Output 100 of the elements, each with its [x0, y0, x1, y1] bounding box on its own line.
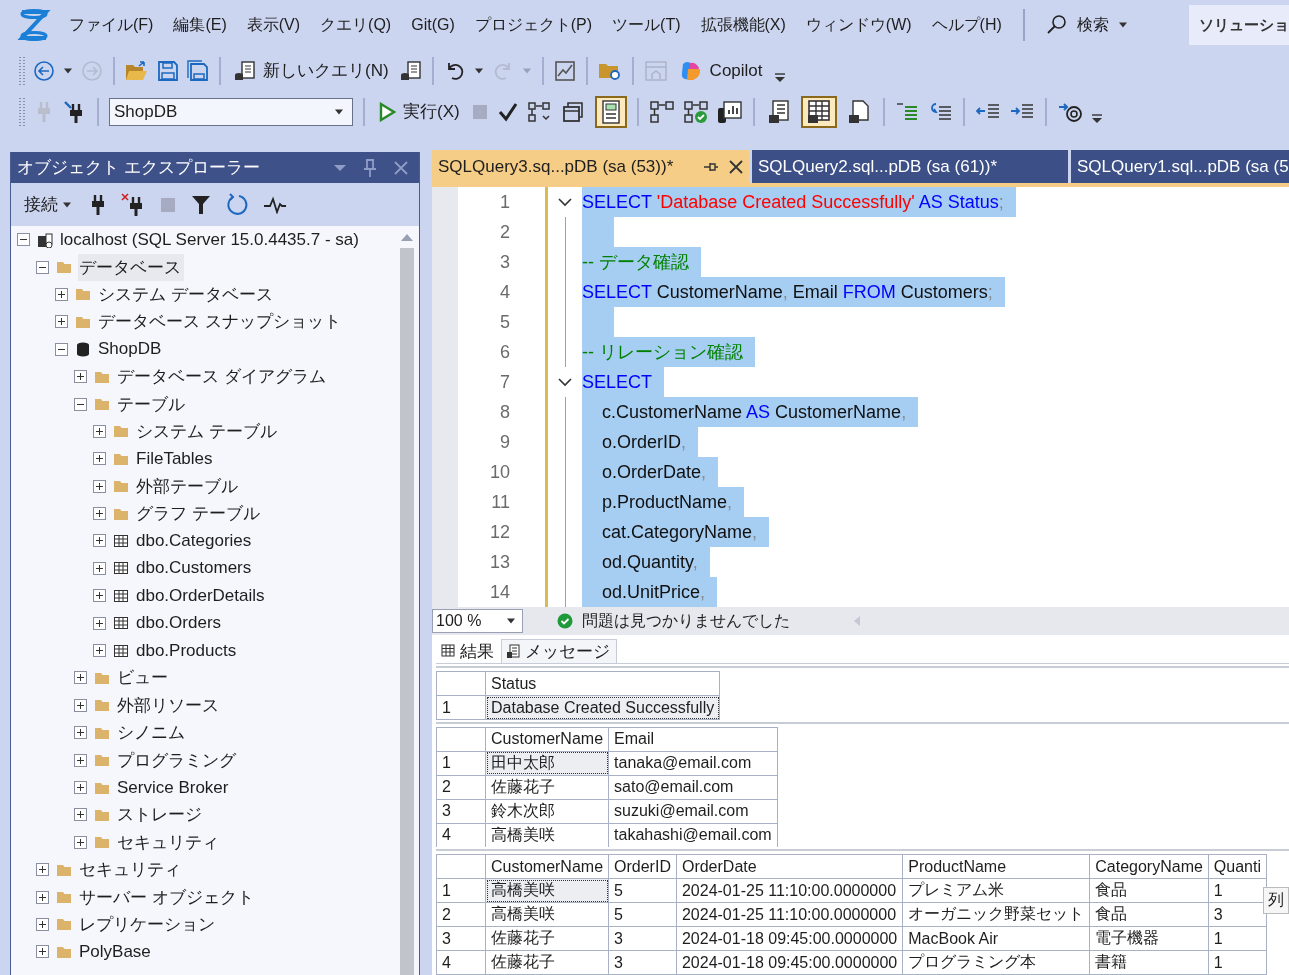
execution-plan-icon[interactable]	[648, 99, 675, 124]
database-query-icon[interactable]	[399, 59, 422, 82]
copilot-button[interactable]: Copilot	[675, 55, 766, 86]
expand-icon[interactable]	[74, 726, 87, 740]
menu-item[interactable]: クエリ(Q)	[311, 9, 401, 41]
expand-icon[interactable]	[55, 287, 68, 301]
tree-item[interactable]: ビュー	[116, 664, 171, 692]
table-cell[interactable]: 佐藤花子	[485, 775, 609, 800]
menu-item[interactable]: ヘルプ(H)	[922, 9, 1011, 41]
menu-item[interactable]: ファイル(F)	[60, 9, 163, 41]
tree-item[interactable]: dbo.Orders	[135, 611, 225, 636]
expand-icon[interactable]	[36, 917, 49, 931]
template-parameters-icon[interactable]	[1056, 100, 1083, 123]
overflow-icon[interactable]	[773, 72, 786, 83]
expand-icon[interactable]	[74, 671, 87, 685]
dropdown-icon[interactable]	[333, 163, 347, 172]
calculator-button[interactable]	[594, 95, 627, 128]
collapse-icon[interactable]	[558, 377, 572, 387]
table-cell[interactable]: 2024-01-25 11:10:00.0000000	[676, 902, 903, 927]
column-header[interactable]: Quanti	[1208, 854, 1267, 879]
column-header[interactable]: CustomerName	[485, 854, 609, 879]
expand-icon[interactable]	[36, 945, 49, 959]
expand-icon[interactable]	[55, 315, 68, 329]
plug-icon[interactable]	[89, 192, 107, 217]
row-number[interactable]: 4	[436, 950, 486, 975]
save-icon[interactable]	[157, 59, 179, 82]
results-tab[interactable]: メッセージ	[501, 639, 617, 663]
table-cell[interactable]: 3	[608, 926, 677, 951]
tree-item[interactable]: グラフ テーブル	[135, 500, 263, 528]
expand-icon[interactable]	[93, 589, 106, 603]
table-cell[interactable]: 食品	[1089, 878, 1209, 903]
table-cell[interactable]: 鈴木次郎	[485, 799, 609, 824]
column-header[interactable]: ProductName	[902, 854, 1090, 879]
column-header[interactable]: CategoryName	[1089, 854, 1209, 879]
expand-icon[interactable]	[93, 616, 106, 630]
menu-item[interactable]: プロジェクト(P)	[465, 9, 602, 41]
pin-icon[interactable]	[703, 160, 719, 173]
table-cell[interactable]: 1	[1208, 926, 1267, 951]
close-icon[interactable]	[729, 159, 743, 174]
menu-item[interactable]: Git(G)	[402, 11, 464, 39]
collapse-icon[interactable]	[36, 260, 49, 274]
table-cell[interactable]: 2024-01-18 09:45:00.0000000	[676, 950, 903, 975]
collapse-icon[interactable]	[558, 197, 572, 207]
tree-item[interactable]: dbo.Customers	[135, 556, 255, 581]
refresh-icon[interactable]	[225, 192, 249, 217]
table-cell[interactable]: 電子機器	[1089, 926, 1209, 951]
table-cell[interactable]: 5	[608, 878, 677, 903]
grip-handle[interactable]	[19, 96, 25, 127]
expand-icon[interactable]	[93, 452, 106, 466]
expand-icon[interactable]	[36, 890, 49, 904]
table-cell[interactable]: プレミアム米	[902, 878, 1090, 903]
row-number[interactable]: 3	[436, 799, 486, 824]
table-cell[interactable]: 高橋美咲	[485, 902, 609, 927]
table-cell[interactable]: 高橋美咲	[485, 878, 609, 903]
table-cell[interactable]: 書籍	[1089, 950, 1209, 975]
tree-item[interactable]: ShopDB	[97, 337, 165, 362]
document-tab[interactable]: SQLQuery2.sql...pDB (sa (61))*	[752, 150, 1068, 183]
execution-plan-check-icon[interactable]	[682, 99, 709, 124]
tree-item[interactable]: dbo.Categories	[135, 529, 255, 553]
caret-icon[interactable]	[473, 67, 484, 74]
activity-chart-icon[interactable]	[553, 59, 576, 82]
disconnect-icon[interactable]	[121, 192, 145, 217]
execute-button[interactable]: 実行(X)	[375, 97, 463, 126]
menu-item[interactable]: 拡張機能(X)	[691, 9, 795, 41]
table-cell[interactable]: プログラミング本	[902, 950, 1090, 975]
table-cell[interactable]: 2024-01-25 11:10:00.0000000	[676, 878, 903, 903]
tree-item[interactable]: PolyBase	[78, 939, 154, 964]
tree-item[interactable]: 外部リソース	[116, 691, 222, 719]
table-cell[interactable]: suzuki@email.com	[608, 799, 778, 824]
expand-icon[interactable]	[36, 863, 49, 877]
document-tab[interactable]: SQLQuery3.sq...pDB (sa (53))*	[432, 150, 749, 183]
tree-item[interactable]: テーブル	[116, 390, 188, 418]
zoom-dropdown[interactable]: 100 %	[432, 609, 523, 633]
database-dropdown[interactable]: ShopDB	[109, 97, 353, 126]
open-folder-icon[interactable]	[125, 59, 149, 82]
table-cell[interactable]: sato@email.com	[608, 775, 778, 800]
expand-icon[interactable]	[74, 808, 87, 822]
expand-icon[interactable]	[93, 644, 106, 658]
new-query-button[interactable]: 新しいクエリ(N)	[231, 56, 392, 85]
statistics-icon[interactable]	[716, 99, 743, 124]
results-to-grid-button[interactable]	[800, 95, 837, 128]
table-cell[interactable]: 5	[608, 902, 677, 927]
overflow-icon[interactable]	[1090, 113, 1103, 124]
collapse-icon[interactable]	[55, 342, 68, 356]
connect-button[interactable]: 接続	[21, 190, 75, 219]
solution-explorer-tab[interactable]: ソリューショ	[1189, 5, 1289, 45]
expand-icon[interactable]	[74, 753, 87, 767]
row-number[interactable]: 3	[436, 926, 486, 951]
tree-item[interactable]: dbo.OrderDetails	[135, 583, 268, 608]
back-icon[interactable]	[33, 59, 55, 82]
tree-item[interactable]: 外部テーブル	[135, 472, 241, 500]
tree-item[interactable]: システム テーブル	[135, 417, 280, 445]
expand-icon[interactable]	[93, 561, 106, 575]
column-header[interactable]: CustomerName	[485, 727, 609, 752]
column-header[interactable]: Status	[485, 671, 720, 696]
expand-icon[interactable]	[93, 479, 106, 493]
column-header[interactable]: OrderID	[608, 854, 677, 879]
document-tab[interactable]: SQLQuery1.sql...pDB (sa (5	[1071, 150, 1289, 183]
table-cell[interactable]: MacBook Air	[902, 926, 1090, 951]
column-header[interactable]: Email	[608, 727, 778, 752]
